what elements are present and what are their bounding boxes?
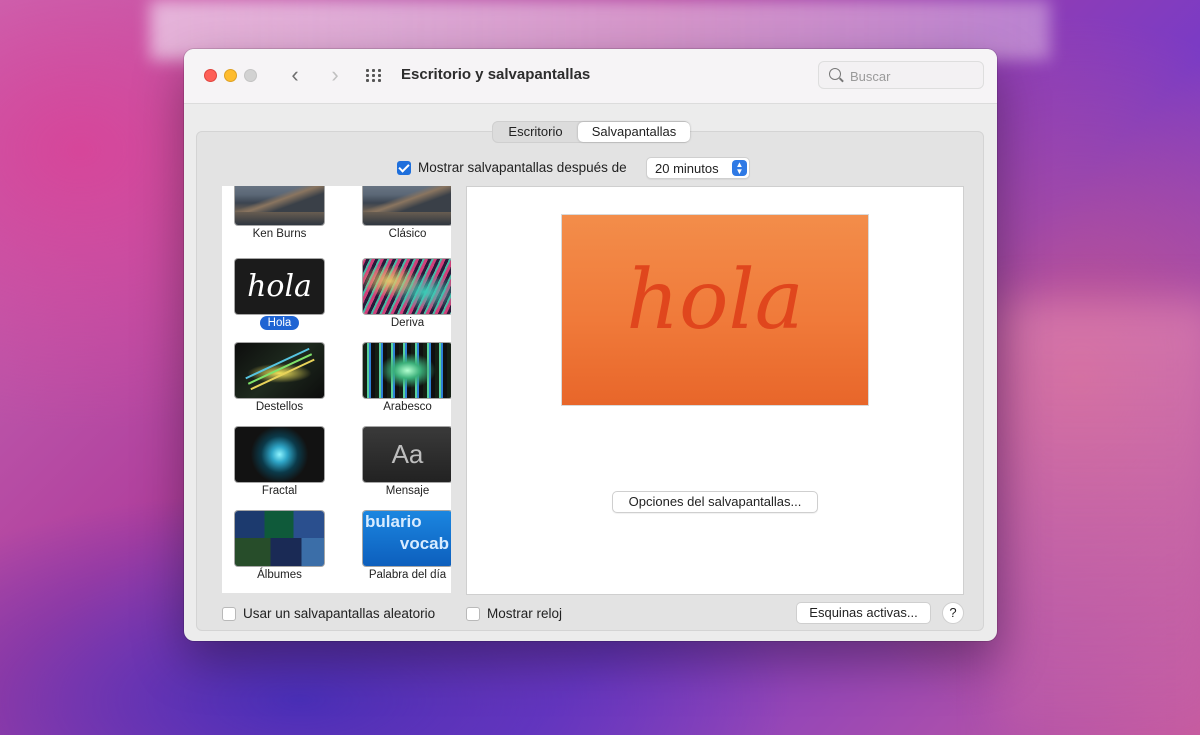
show-after-checkbox[interactable] — [397, 161, 411, 175]
thumb-word-1: bulario — [365, 512, 422, 531]
wallpaper-highlight — [1000, 300, 1200, 735]
close-window-button[interactable] — [204, 69, 217, 82]
search-field[interactable]: Buscar — [818, 61, 984, 89]
screensaver-arabesco[interactable]: Arabesco — [350, 343, 451, 427]
screensaver-label: Arabesco — [383, 401, 432, 413]
screensaver-destellos[interactable]: Destellos — [222, 343, 342, 427]
thumb-word-2: vocab — [399, 534, 449, 553]
selected-label: Hola — [259, 316, 300, 330]
screensaver-label: Destellos — [255, 401, 304, 413]
help-button[interactable]: ? — [942, 602, 964, 624]
screensaver-label: Ken Burns — [252, 228, 307, 240]
word-of-day-thumbnail: bulario vocab — [363, 511, 451, 566]
screensaver-label: Fractal — [261, 485, 298, 497]
show-clock-label: Mostrar reloj — [487, 606, 563, 621]
preview-text: hola — [626, 253, 804, 348]
screensaver-preview: hola — [562, 215, 868, 405]
tab-salvapantallas[interactable]: Salvapantallas — [578, 122, 690, 142]
screensaver-label: Clásico — [388, 228, 427, 240]
flurry-thumbnail — [235, 343, 324, 398]
back-arrow-icon[interactable]: ‹ — [284, 64, 306, 87]
titlebar: ‹ › Escritorio y salvapantallas Buscar — [184, 49, 997, 104]
screensaver-label: Deriva — [390, 317, 425, 329]
search-placeholder: Buscar — [850, 69, 891, 84]
screensaver-clasico[interactable]: Clásico — [350, 186, 451, 254]
screensaver-hola[interactable]: hola Hola — [222, 259, 342, 343]
mountain-thumbnail — [235, 186, 324, 225]
show-all-grid-icon[interactable] — [366, 69, 384, 83]
screensaver-ken-burns[interactable]: Ken Burns — [222, 186, 342, 254]
tab-escritorio[interactable]: Escritorio — [493, 122, 578, 142]
select-stepper-icon: ▲ ▼ — [732, 160, 747, 176]
screensaver-fractal[interactable]: Fractal — [222, 427, 342, 511]
random-screensaver-label: Usar un salvapantallas aleatorio — [243, 606, 436, 621]
screensaver-palabra-del-dia[interactable]: bulario vocab Palabra del día — [350, 511, 451, 593]
screensaver-label: Palabra del día — [368, 569, 447, 581]
show-clock-checkbox[interactable] — [466, 607, 480, 621]
hot-corners-button[interactable]: Esquinas activas... — [796, 602, 931, 624]
screensaver-deriva[interactable]: Deriva — [350, 259, 451, 343]
screensaver-options-button[interactable]: Opciones del salvapantallas... — [612, 491, 818, 513]
mountain-thumbnail — [363, 186, 451, 225]
show-after-label: Mostrar salvapantallas después de — [418, 160, 627, 175]
albums-thumbnail — [235, 511, 324, 566]
zoom-window-button[interactable] — [244, 69, 257, 82]
drift-thumbnail — [363, 259, 451, 314]
idle-time-select[interactable]: 20 minutos ▲ ▼ — [646, 157, 750, 179]
fractal-thumbnail — [235, 427, 324, 482]
screensaver-mensaje[interactable]: Aa Mensaje — [350, 427, 451, 511]
random-screensaver-checkbox[interactable] — [222, 607, 236, 621]
screensaver-albumes[interactable]: Álbumes — [222, 511, 342, 593]
preferences-window: ‹ › Escritorio y salvapantallas Buscar E… — [184, 49, 997, 641]
arabesque-thumbnail — [363, 343, 451, 398]
screensaver-list[interactable]: Ken Burns Clásico hola Hola Deriva Deste… — [222, 186, 451, 593]
message-thumbnail: Aa — [363, 427, 451, 482]
screensaver-label-selected: Hola — [222, 316, 337, 330]
minimize-window-button[interactable] — [224, 69, 237, 82]
preview-area: hola Opciones del salvapantallas... — [466, 186, 964, 595]
hola-thumbnail: hola — [235, 259, 324, 314]
tab-control: Escritorio Salvapantallas — [492, 121, 690, 143]
window-title: Escritorio y salvapantallas — [401, 66, 591, 83]
screensaver-label: Mensaje — [385, 485, 430, 497]
forward-arrow-icon[interactable]: › — [324, 64, 346, 87]
search-icon — [829, 68, 841, 80]
screensaver-label: Álbumes — [257, 569, 302, 581]
idle-time-value: 20 minutos — [655, 161, 719, 176]
